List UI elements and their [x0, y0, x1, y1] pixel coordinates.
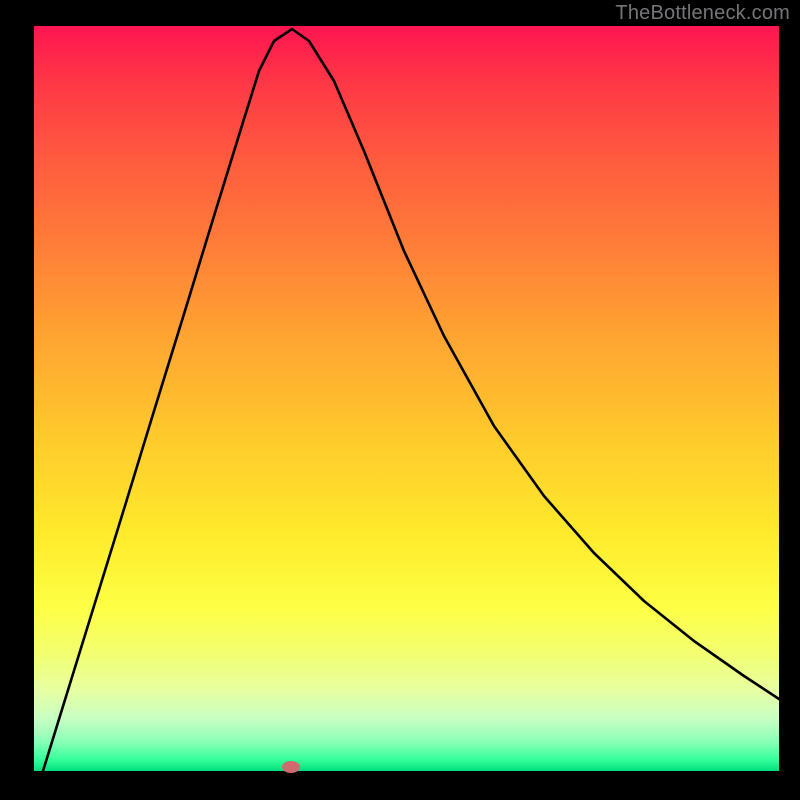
watermark-text: TheBottleneck.com [615, 2, 790, 25]
chart-marker-dot [282, 761, 300, 773]
bottleneck-line-icon [43, 29, 779, 771]
chart-plot-area [34, 26, 779, 771]
chart-curve [34, 26, 779, 771]
